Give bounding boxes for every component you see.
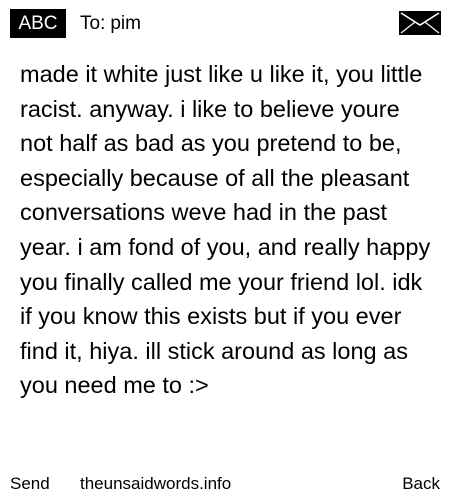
envelope-icon [399,11,441,35]
message-body[interactable]: made it white just like u like it, you l… [20,57,435,403]
back-button[interactable]: Back [402,472,440,496]
input-mode-badge: ABC [10,9,66,38]
send-button[interactable]: Send [10,472,50,496]
to-label: To: [80,13,106,34]
softkey-bar: Send theunsaidwords.info Back [0,472,450,496]
recipient-field[interactable]: To: pim [80,9,141,38]
site-label: theunsaidwords.info [80,474,232,493]
recipient-name: pim [110,13,141,34]
message-header: ABC To: pim [0,0,450,46]
